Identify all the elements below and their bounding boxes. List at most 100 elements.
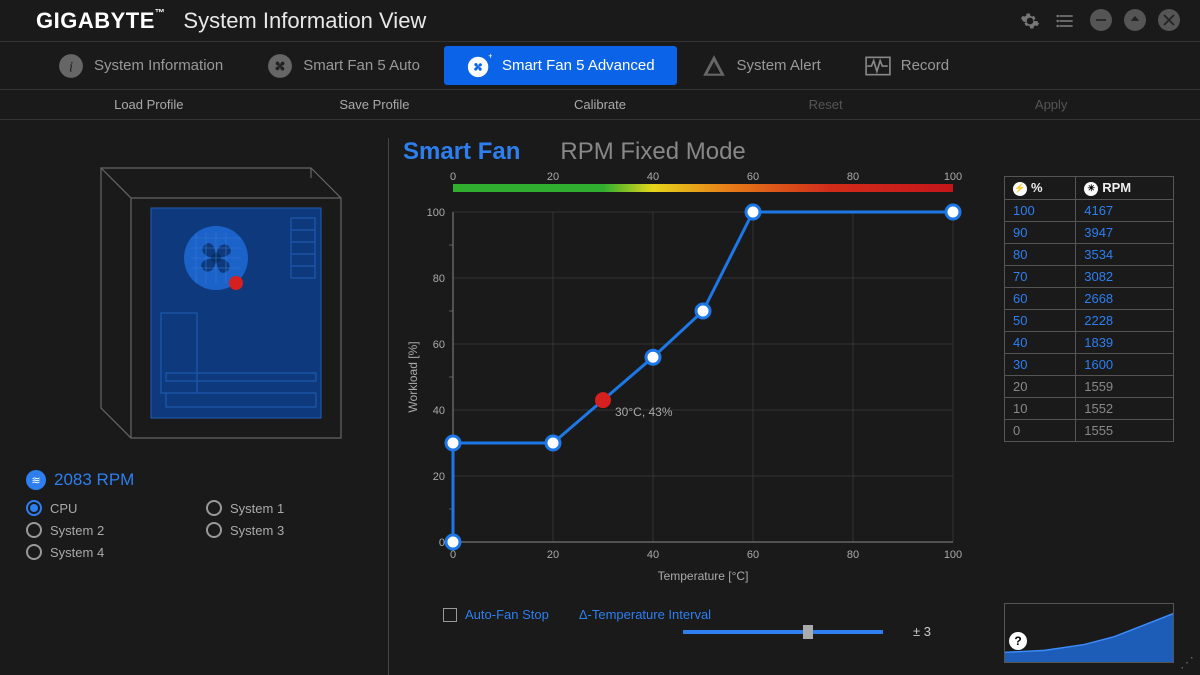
waveform-icon (865, 53, 891, 79)
calibrate-button[interactable]: Calibrate (487, 97, 713, 112)
sensor-system-1[interactable]: System 1 (206, 500, 376, 516)
table-row[interactable]: 401839 (1005, 331, 1174, 353)
delta-temp-control: Δ-Temperature Interval (579, 607, 711, 622)
table-row[interactable]: 301600 (1005, 353, 1174, 375)
sensor-label: System 1 (230, 501, 284, 516)
case-illustration (51, 138, 351, 458)
cell-rpm: 3947 (1076, 221, 1174, 243)
main-tabs: i System Information Smart Fan 5 Auto + … (0, 42, 1200, 90)
table-row[interactable]: 903947 (1005, 221, 1174, 243)
svg-text:i: i (69, 58, 73, 75)
radio-icon (206, 500, 222, 516)
cell-rpm: 1559 (1076, 375, 1174, 397)
svg-text:Temperature [°C]: Temperature [°C] (658, 569, 749, 583)
resize-grip-icon[interactable]: ⋰ (1180, 654, 1194, 671)
chart-panel: Smart Fan RPM Fixed Mode 0 20 40 60 80 100 0 20… (388, 138, 992, 675)
col-rpm: ✳RPM (1076, 177, 1174, 200)
fan-curve-chart[interactable]: 020406080100020406080100020406080100Temp… (403, 172, 992, 597)
slider-thumb-icon[interactable] (803, 625, 813, 639)
delta-temp-slider[interactable] (683, 630, 883, 634)
tab-system-alert[interactable]: System Alert (679, 42, 843, 89)
cell-percent: 40 (1005, 331, 1076, 353)
cell-rpm: 3534 (1076, 243, 1174, 265)
cell-percent: 70 (1005, 265, 1076, 287)
tab-label: Smart Fan 5 Auto (303, 57, 420, 74)
save-profile-button[interactable]: Save Profile (262, 97, 488, 112)
svg-text:60: 60 (747, 549, 759, 561)
table-row[interactable]: 703082 (1005, 265, 1174, 287)
tab-smart-fan-auto[interactable]: Smart Fan 5 Auto (245, 42, 442, 89)
table-row[interactable]: 602668 (1005, 287, 1174, 309)
load-profile-button[interactable]: Load Profile (36, 97, 262, 112)
fan-icon (267, 53, 293, 79)
sensor-list: CPU System 1 System 2 System 3 System 4 (26, 500, 376, 560)
sub-toolbar: Load Profile Save Profile Calibrate Rese… (0, 90, 1200, 120)
cell-rpm: 4167 (1076, 199, 1174, 221)
table-row[interactable]: 01555 (1005, 419, 1174, 441)
cell-rpm: 2668 (1076, 287, 1174, 309)
cell-percent: 80 (1005, 243, 1076, 265)
sensor-system-3[interactable]: System 3 (206, 522, 376, 538)
cell-rpm: 1839 (1076, 331, 1174, 353)
table-row[interactable]: 803534 (1005, 243, 1174, 265)
delta-temp-value: ± 3 (913, 624, 931, 639)
radio-icon (26, 544, 42, 560)
svg-text:60: 60 (433, 339, 445, 351)
table-row[interactable]: 101552 (1005, 397, 1174, 419)
delta-temp-label: Δ-Temperature Interval (579, 607, 711, 622)
sensor-cpu[interactable]: CPU (26, 500, 196, 516)
table-row[interactable]: 1004167 (1005, 199, 1174, 221)
minimize-icon[interactable] (1090, 9, 1112, 31)
svg-text:20: 20 (433, 471, 445, 483)
cell-percent: 50 (1005, 309, 1076, 331)
svg-text:0: 0 (439, 537, 445, 549)
cell-rpm: 1552 (1076, 397, 1174, 419)
cell-rpm: 1600 (1076, 353, 1174, 375)
cell-percent: 0 (1005, 419, 1076, 441)
sensor-system-2[interactable]: System 2 (26, 522, 196, 538)
radio-icon (26, 500, 42, 516)
sensor-label: System 2 (50, 523, 104, 538)
help-icon[interactable]: ? (1009, 632, 1027, 650)
radio-icon (26, 522, 42, 538)
close-icon[interactable] (1158, 9, 1180, 31)
app-title: System Information View (183, 8, 426, 34)
tab-system-information[interactable]: i System Information (36, 42, 245, 89)
expand-icon[interactable] (1124, 9, 1146, 31)
auto-fan-stop-checkbox[interactable]: Auto-Fan Stop (443, 607, 549, 622)
alert-triangle-icon (701, 53, 727, 79)
cell-percent: 60 (1005, 287, 1076, 309)
mode-rpm-fixed[interactable]: RPM Fixed Mode (560, 138, 745, 166)
svg-text:80: 80 (433, 273, 445, 285)
tab-smart-fan-advanced[interactable]: + Smart Fan 5 Advanced (444, 46, 677, 85)
fan-plus-icon: + (466, 53, 492, 79)
radio-icon (206, 522, 222, 538)
table-row[interactable]: 502228 (1005, 309, 1174, 331)
cell-rpm: 1555 (1076, 419, 1174, 441)
svg-text:80: 80 (847, 549, 859, 561)
window-controls (1018, 9, 1180, 33)
cell-percent: 100 (1005, 199, 1076, 221)
svg-text:20: 20 (547, 549, 559, 561)
apply-button[interactable]: Apply (938, 97, 1164, 112)
rpm-table: ⚡% ✳RPM 10041679039478035347030826026685… (1004, 176, 1174, 442)
cell-rpm: 3082 (1076, 265, 1174, 287)
delta-temp-slider-row: ± 3 (403, 624, 992, 639)
title-bar: GIGABYTE™ System Information View (0, 0, 1200, 42)
settings-gear-icon[interactable] (1018, 9, 1042, 33)
tab-record[interactable]: Record (843, 42, 971, 89)
svg-text:0: 0 (450, 172, 456, 183)
table-row[interactable]: 201559 (1005, 375, 1174, 397)
rpm-history-sparkline: ? (1004, 603, 1174, 663)
mode-smart-fan[interactable]: Smart Fan (403, 138, 520, 166)
svg-text:40: 40 (647, 549, 659, 561)
checkbox-label: Auto-Fan Stop (465, 607, 549, 622)
current-rpm-value: 2083 RPM (54, 470, 134, 490)
svg-text:100: 100 (427, 207, 445, 219)
sensor-system-4[interactable]: System 4 (26, 544, 196, 560)
brand-logo: GIGABYTE™ (36, 8, 165, 34)
reset-button[interactable]: Reset (713, 97, 939, 112)
tab-label: Record (901, 57, 949, 74)
list-menu-icon[interactable] (1054, 9, 1078, 33)
checkbox-icon (443, 608, 457, 622)
